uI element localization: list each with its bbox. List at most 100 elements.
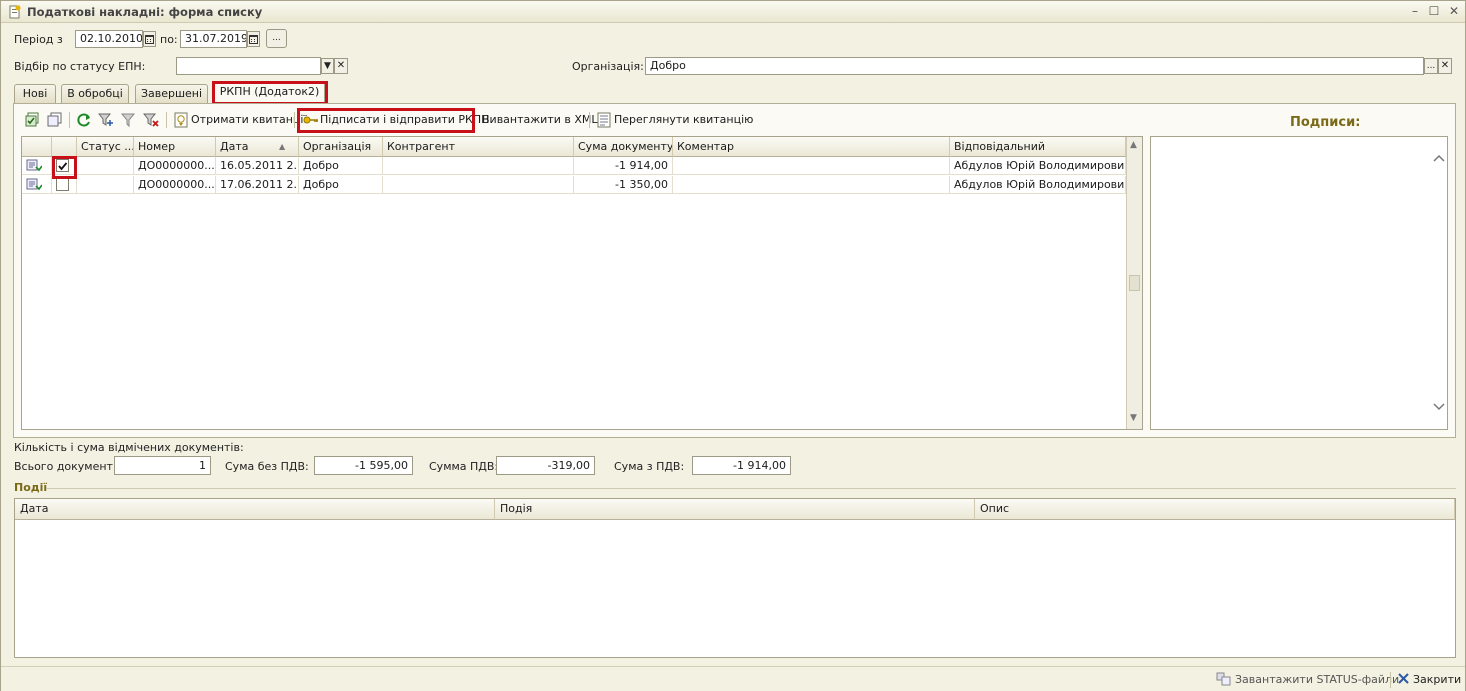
cell-organization: Добро xyxy=(299,176,383,194)
row-checkbox[interactable] xyxy=(56,159,69,172)
filter-icon[interactable] xyxy=(120,112,136,128)
events-header-event[interactable]: Подія xyxy=(495,499,975,520)
table-header-check-col xyxy=(52,137,77,157)
calendar-icon xyxy=(249,35,258,44)
document-arrow-icon xyxy=(26,178,43,191)
calendar-to-button[interactable] xyxy=(247,31,260,47)
events-divider xyxy=(46,488,1456,489)
sum-with-vat-label: Сума з ПДВ: xyxy=(614,460,685,473)
load-files-icon xyxy=(1216,672,1231,686)
main-window: Податкові накладні: форма списку – ☐ ✕ П… xyxy=(0,0,1466,691)
close-button[interactable]: Закрити xyxy=(1413,673,1461,686)
signatures-panel xyxy=(1150,136,1448,430)
cell-number: ДО0000000... xyxy=(134,157,216,175)
status-clear-button[interactable]: ✕ xyxy=(334,58,348,74)
window-title: Податкові накладні: форма списку xyxy=(27,5,263,19)
sum-with-vat-field: -1 914,00 xyxy=(692,456,791,475)
tab-in-processing[interactable]: В обробці xyxy=(61,84,129,103)
cell-comment xyxy=(673,176,950,194)
vat-label: Сумма ПДВ: xyxy=(429,460,499,473)
period-from-field[interactable]: 02.10.2010 xyxy=(75,30,143,48)
clear-icon: ✕ xyxy=(336,60,346,71)
period-select-button[interactable]: ... xyxy=(266,29,287,48)
sign-and-send-button[interactable]: Підписати і відправити РКПН xyxy=(320,111,489,129)
title-bar: Податкові накладні: форма списку – ☐ ✕ xyxy=(1,1,1465,23)
table-header-date-label: Дата xyxy=(220,140,249,153)
scroll-thumb[interactable] xyxy=(1129,275,1140,291)
chevron-up-icon[interactable] xyxy=(1432,153,1446,163)
select-all-icon[interactable] xyxy=(25,112,41,128)
status-filter-field[interactable] xyxy=(176,57,321,75)
view-receipt-button[interactable]: Переглянути квитанцію xyxy=(614,111,753,129)
org-field[interactable]: Добро xyxy=(645,57,1424,75)
table-header-counterparty[interactable]: Контрагент xyxy=(383,137,574,157)
summary-caption: Кількість і сума відмічених документів: xyxy=(14,441,244,454)
scroll-up-icon[interactable]: ▲ xyxy=(1130,140,1137,150)
close-icon xyxy=(1398,673,1409,684)
cell-status xyxy=(77,157,134,175)
close-window-button[interactable]: ✕ xyxy=(1447,4,1461,18)
table-header-sum[interactable]: Сума документу xyxy=(574,137,673,157)
minimize-button[interactable]: – xyxy=(1408,4,1422,18)
org-clear-button[interactable]: ✕ xyxy=(1438,58,1452,74)
events-header-description[interactable]: Опис xyxy=(975,499,1455,520)
deselect-all-icon[interactable] xyxy=(47,112,63,128)
refresh-icon[interactable] xyxy=(76,112,92,128)
tab-completed[interactable]: Завершені xyxy=(135,84,208,103)
clear-icon: ✕ xyxy=(1440,60,1450,71)
period-to-field[interactable]: 31.07.2019 xyxy=(180,30,247,48)
table-header-comment[interactable]: Коментар xyxy=(673,137,950,157)
events-header-date[interactable]: Дата xyxy=(15,499,495,520)
cell-date: 17.06.2011 2... xyxy=(216,176,299,194)
receive-receipts-button[interactable]: Отримати квитанції xyxy=(191,111,307,129)
table-header-responsible[interactable]: Відповідальний xyxy=(950,137,1126,157)
cell-counterparty xyxy=(383,176,574,194)
document-arrow-icon xyxy=(26,159,43,172)
calendar-from-button[interactable] xyxy=(143,31,156,47)
total-docs-label: Всього документ... xyxy=(14,460,124,473)
clear-filter-icon[interactable] xyxy=(143,112,159,128)
load-status-files-button[interactable]: Завантажити STATUS-файли xyxy=(1235,673,1399,686)
sort-asc-icon: ▲ xyxy=(279,142,286,151)
toolbar-separator xyxy=(69,112,70,128)
tab-new[interactable]: Нові xyxy=(14,84,56,103)
row-checkbox-cell xyxy=(52,157,77,175)
table-scrollbar[interactable]: ▲ ▼ xyxy=(1126,137,1142,429)
cell-organization: Добро xyxy=(299,157,383,175)
period-from-label: Період з xyxy=(14,33,63,46)
table-header-status[interactable]: Статус ... xyxy=(77,137,134,157)
org-select-button[interactable]: ... xyxy=(1424,58,1438,74)
row-status-cell xyxy=(22,176,52,194)
tab-rkpn[interactable]: РКПН (Додаток2) xyxy=(214,82,325,104)
status-filter-label: Відбір по статусу ЕПН: xyxy=(14,60,146,73)
sum-no-vat-label: Сума без ПДВ: xyxy=(225,460,309,473)
org-label: Організація: xyxy=(572,60,644,73)
checkmark-icon xyxy=(58,162,68,171)
vat-field: -319,00 xyxy=(496,456,595,475)
chevron-down-icon[interactable] xyxy=(1432,402,1446,412)
row-checkbox-cell xyxy=(52,176,77,194)
table-header-date[interactable]: Дата ▲ xyxy=(216,137,299,157)
cell-comment xyxy=(673,157,950,175)
sum-no-vat-field: -1 595,00 xyxy=(314,456,413,475)
filter-settings-icon[interactable] xyxy=(98,112,114,128)
cell-responsible: Абдулов Юрій Володимирович xyxy=(950,157,1126,175)
cell-number: ДО0000000... xyxy=(134,176,216,194)
scroll-down-icon[interactable]: ▼ xyxy=(1130,413,1137,423)
cell-sum: -1 350,00 xyxy=(574,176,673,194)
maximize-button[interactable]: ☐ xyxy=(1427,4,1441,18)
total-docs-field: 1 xyxy=(114,456,211,475)
cell-date: 16.05.2011 2... xyxy=(216,157,299,175)
toolbar-separator xyxy=(294,112,295,128)
receipt-icon xyxy=(174,112,188,128)
table-header-number[interactable]: Номер xyxy=(134,137,216,157)
table-header-icon-col xyxy=(22,137,52,157)
status-dropdown-button[interactable]: ▼ xyxy=(321,58,334,74)
export-xml-button[interactable]: Вивантажити в XML xyxy=(482,111,598,129)
table-header-organization[interactable]: Організація xyxy=(299,137,383,157)
cell-counterparty xyxy=(383,157,574,175)
row-checkbox[interactable] xyxy=(56,178,69,191)
footer-separator xyxy=(1390,672,1391,688)
bottom-bar: Завантажити STATUS-файли Закрити xyxy=(1,666,1465,691)
events-title: Події xyxy=(14,481,48,494)
